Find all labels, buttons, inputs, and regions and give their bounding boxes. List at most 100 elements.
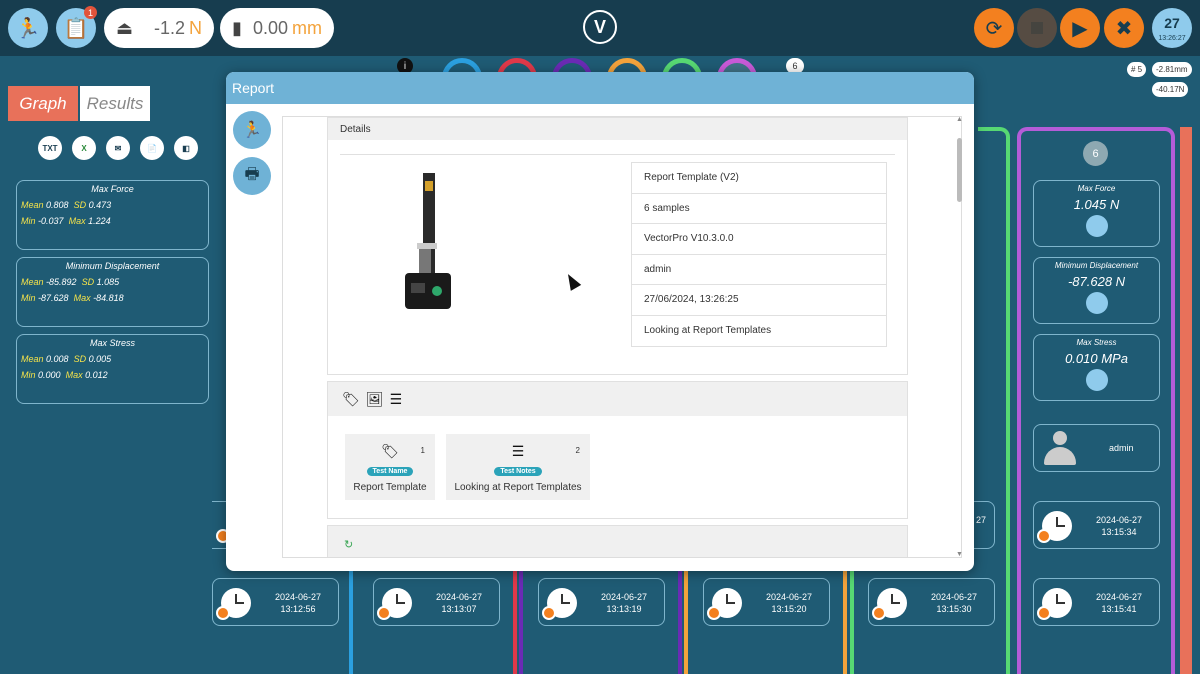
tools-button[interactable]: ✖ (1104, 8, 1144, 48)
max-label: Max (68, 216, 86, 226)
tab-results[interactable]: Results (80, 86, 150, 121)
details-header: Details (328, 118, 907, 140)
report-dialog: Report 🏃 🖶 Details Report Template (V2) … (226, 72, 974, 571)
field-tile-test-notes[interactable]: ☰ 2 Test Notes Looking at Report Templat… (446, 434, 590, 500)
user-name: admin (1109, 443, 1134, 453)
play-button[interactable]: ▶ (1060, 8, 1100, 48)
partial-run-date: 27 (975, 515, 986, 525)
field-tile-test-name[interactable]: 🏷 1 Test Name Report Template (345, 434, 435, 500)
displacement-readout[interactable]: ▮ 0.00 mm (220, 8, 334, 48)
clipboard-check-icon: 📋 (63, 17, 89, 40)
scroll-up-arrow-icon[interactable]: ▲ (956, 116, 963, 123)
user-avatar-icon (1044, 431, 1076, 467)
result-min-displacement: Minimum Displacement -87.628 N (1033, 257, 1160, 324)
mean-label: Mean (21, 354, 44, 364)
running-man-icon: 🏃 (242, 122, 262, 139)
run-card-2[interactable]: 2024-06-27 13:13:07 (373, 578, 500, 626)
tag-icon[interactable]: 🏷 (342, 391, 360, 408)
scroll-down-arrow-icon[interactable]: ▼ (956, 551, 963, 558)
sample-line-1 (349, 560, 353, 674)
run-card-1[interactable]: 2024-06-27 13:12:56 (212, 578, 339, 626)
result-max-stress: Max Stress 0.010 MPa (1033, 334, 1160, 401)
loading-spinner-icon: ↻ (344, 539, 354, 551)
sample-line-4 (678, 560, 682, 674)
stat-title: Max Stress (89, 338, 135, 348)
stop-icon (542, 606, 556, 620)
run-card-5[interactable]: 2024-06-27 13:15:30 (868, 578, 995, 626)
sample-line-3 (519, 560, 523, 674)
run-test-button[interactable]: 🏃 (8, 8, 48, 48)
excel-export-icon[interactable]: X (72, 136, 96, 160)
run-time: 13:15:34 (1101, 527, 1137, 537)
displacement-unit: mm (292, 17, 322, 38)
fields-section: 🏷 🖼 ☰ 🏷 1 Test Name Report Template ☰ 2 … (327, 381, 908, 519)
user-card[interactable]: admin (1033, 424, 1160, 472)
sd-label: SD (73, 200, 87, 210)
print-button[interactable]: 🖶 (233, 157, 271, 195)
text-lines-icon[interactable]: ☰ (390, 391, 403, 408)
running-man-icon: 🏃 (15, 17, 41, 40)
stop-icon (216, 606, 230, 620)
run-report-button[interactable]: 🏃 (233, 111, 271, 149)
max-value: -84.818 (93, 293, 124, 303)
chart-icon[interactable] (1085, 292, 1108, 314)
max-label: Max (65, 370, 83, 380)
max-value: 0.012 (85, 370, 108, 380)
displacement-pill: -2.81mm (1152, 62, 1192, 77)
detail-notes: Looking at Report Templates (644, 325, 772, 337)
result-value: 1.045 N (1073, 197, 1120, 212)
play-icon (1037, 529, 1051, 543)
stop-icon (377, 606, 391, 620)
sample-number-badge: 6 (1083, 141, 1108, 166)
stat-card-min-displacement: Minimum Displacement Mean -85.892 SD 1.0… (16, 257, 209, 327)
stop-button[interactable] (1017, 8, 1057, 48)
detail-samples: 6 samples (632, 194, 886, 224)
loading-section: ↻ (327, 525, 908, 557)
divider (340, 154, 895, 155)
run-card-4[interactable]: 2024-06-27 13:15:20 (703, 578, 830, 626)
vertical-scrollbar[interactable]: ▲ ▼ (956, 116, 964, 558)
force-value: -1.2 (153, 17, 185, 38)
max-label: Max (73, 293, 91, 303)
detail-user: admin (632, 255, 886, 285)
scrollbar-thumb[interactable] (957, 138, 962, 202)
weight-icon: ⏏ (116, 17, 134, 38)
run-card-3[interactable]: 2024-06-27 13:13:19 (538, 578, 665, 626)
sd-value: 1.085 (96, 277, 120, 287)
export-toolbar: TXT X ✉ 📄 ◧ (38, 136, 198, 160)
report-preview[interactable]: Details Report Template (V2) 6 samples V… (282, 116, 962, 558)
displacement-value: 0.00 (252, 17, 288, 38)
run-time: 13:15:20 (771, 604, 807, 614)
template-icon[interactable]: ◧ (174, 136, 198, 160)
result-max-force: Max Force 1.045 N (1033, 180, 1160, 247)
run-card-6[interactable]: 2024-06-27 13:15:41 (1033, 578, 1160, 626)
reset-button[interactable]: ⟳ (974, 8, 1014, 48)
tile-badge: Test Notes (494, 467, 542, 476)
stat-title: Minimum Displacement (65, 261, 160, 271)
run-date: 2024-06-27 (765, 592, 813, 602)
force-readout[interactable]: ⏏ -1.2 N (104, 8, 214, 48)
tab-graph[interactable]: Graph (8, 86, 78, 121)
email-icon[interactable]: ✉ (106, 136, 130, 160)
ruler-icon: ▮ (232, 17, 242, 38)
dialog-title[interactable]: Report (226, 72, 974, 104)
chart-icon[interactable] (1085, 369, 1108, 391)
run-time: 13:15:30 (936, 604, 972, 614)
run-date: 2024-06-27 (930, 592, 978, 602)
sd-label: SD (73, 354, 87, 364)
wrench-screwdriver-icon: ✖ (1115, 17, 1133, 40)
chart-icon[interactable] (1085, 215, 1108, 237)
pdf-export-icon[interactable]: 📄 (140, 136, 164, 160)
stop-icon (1031, 22, 1043, 34)
stat-title: Max Force (91, 184, 134, 194)
tile-label: Report Template (353, 482, 427, 493)
image-icon[interactable]: 🖼 (366, 391, 384, 408)
txt-export-icon[interactable]: TXT (38, 136, 62, 160)
calendar-clock[interactable]: 27 13:26:27 (1152, 8, 1192, 48)
min-value: 0.000 (38, 370, 61, 380)
mean-label: Mean (21, 200, 44, 210)
run-card-active[interactable]: 2024-06-27 13:15:34 (1033, 501, 1160, 549)
tile-badge: Test Name (366, 467, 414, 476)
run-date: 2024-06-27 (435, 592, 483, 602)
stop-icon (872, 606, 886, 620)
